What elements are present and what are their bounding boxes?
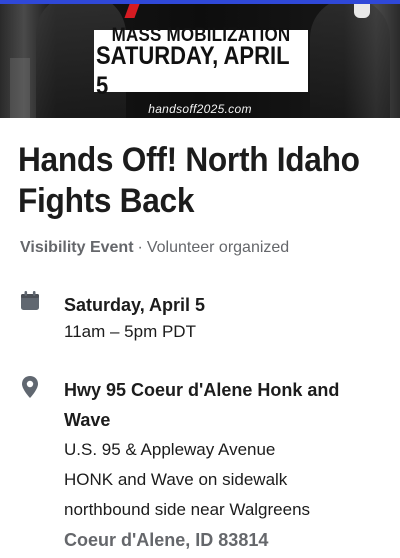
location-name[interactable]: Hwy 95 Coeur d'Alene Honk and Wave [64, 375, 364, 435]
red-sign-fragment [124, 4, 140, 18]
location-pin-icon [20, 375, 40, 555]
location-city: Coeur d'Alene, ID 83814 [64, 530, 269, 550]
event-title: Hands Off! North Idaho Fights Back [18, 141, 360, 220]
event-organizer: Volunteer organized [146, 239, 290, 256]
calendar-icon [20, 291, 40, 345]
address-line: U.S. 95 & Appleway Avenue [64, 440, 276, 459]
event-date: Saturday, April 5 [64, 295, 206, 315]
poster-date: SATURDAY, APRIL 5 [96, 41, 290, 100]
address-line: HONK and Wave on sidewalk [64, 470, 288, 489]
event-cover-image[interactable]: MASS MOBILIZATION SATURDAY, APRIL 5 hand… [0, 4, 400, 118]
hand-sign-fragment [354, 4, 370, 18]
event-time: 11am – 5pm PDT [64, 322, 196, 341]
event-date-row: Saturday, April 5 11am – 5pm PDT [20, 291, 205, 345]
event-type: Visibility Event [20, 239, 134, 256]
event-location-row[interactable]: Hwy 95 Coeur d'Alene Honk and Wave U.S. … [20, 375, 364, 555]
meta-separator: · [137, 239, 143, 256]
address-line: northbound side near Walgreens [64, 500, 311, 519]
cover-poster: MASS MOBILIZATION SATURDAY, APRIL 5 [94, 24, 308, 100]
event-meta: Visibility Event · Volunteer organized [20, 239, 289, 257]
protester-figure [310, 4, 390, 118]
cover-url: handsoff2025.com [148, 102, 252, 116]
